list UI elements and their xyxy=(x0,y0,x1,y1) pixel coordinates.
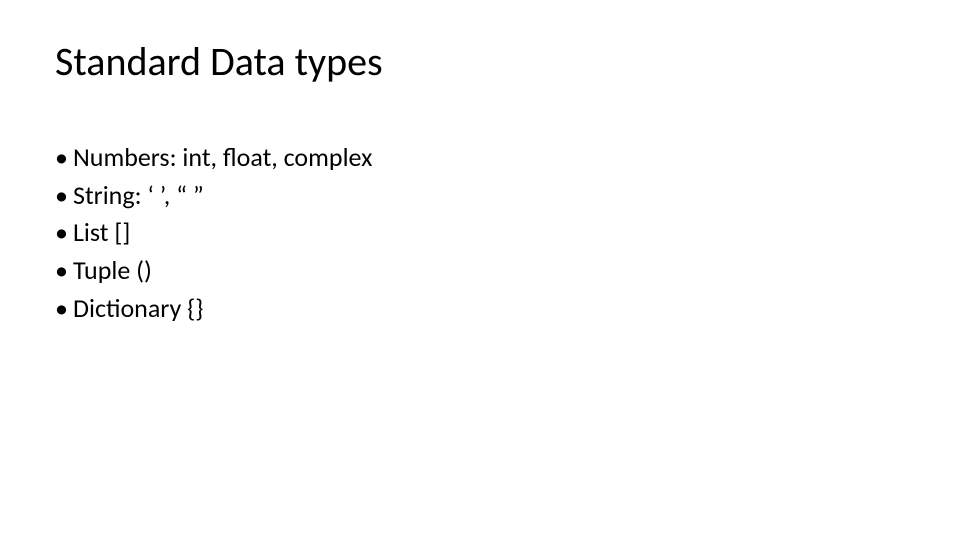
bullet-icon: • xyxy=(55,139,73,177)
bullet-icon: • xyxy=(55,177,73,215)
list-item: • Numbers: int, float, complex xyxy=(55,139,905,177)
slide: Standard Data types • Numbers: int, floa… xyxy=(0,0,960,540)
bullet-icon: • xyxy=(55,252,73,290)
list-item: • Dictionary {} xyxy=(55,290,905,328)
bullet-text: Dictionary {} xyxy=(73,290,905,328)
list-item: • String: ‘ ’, “ ” xyxy=(55,177,905,215)
bullet-text: List [] xyxy=(73,214,905,252)
bullet-icon: • xyxy=(55,290,73,328)
bullet-icon: • xyxy=(55,214,73,252)
slide-body: • Numbers: int, float, complex • String:… xyxy=(55,139,905,327)
bullet-text: Numbers: int, float, complex xyxy=(73,139,905,177)
list-item: • List [] xyxy=(55,214,905,252)
list-item: • Tuple () xyxy=(55,252,905,290)
bullet-text: Tuple () xyxy=(73,252,905,290)
bullet-text: String: ‘ ’, “ ” xyxy=(73,177,905,215)
slide-title: Standard Data types xyxy=(55,40,905,84)
